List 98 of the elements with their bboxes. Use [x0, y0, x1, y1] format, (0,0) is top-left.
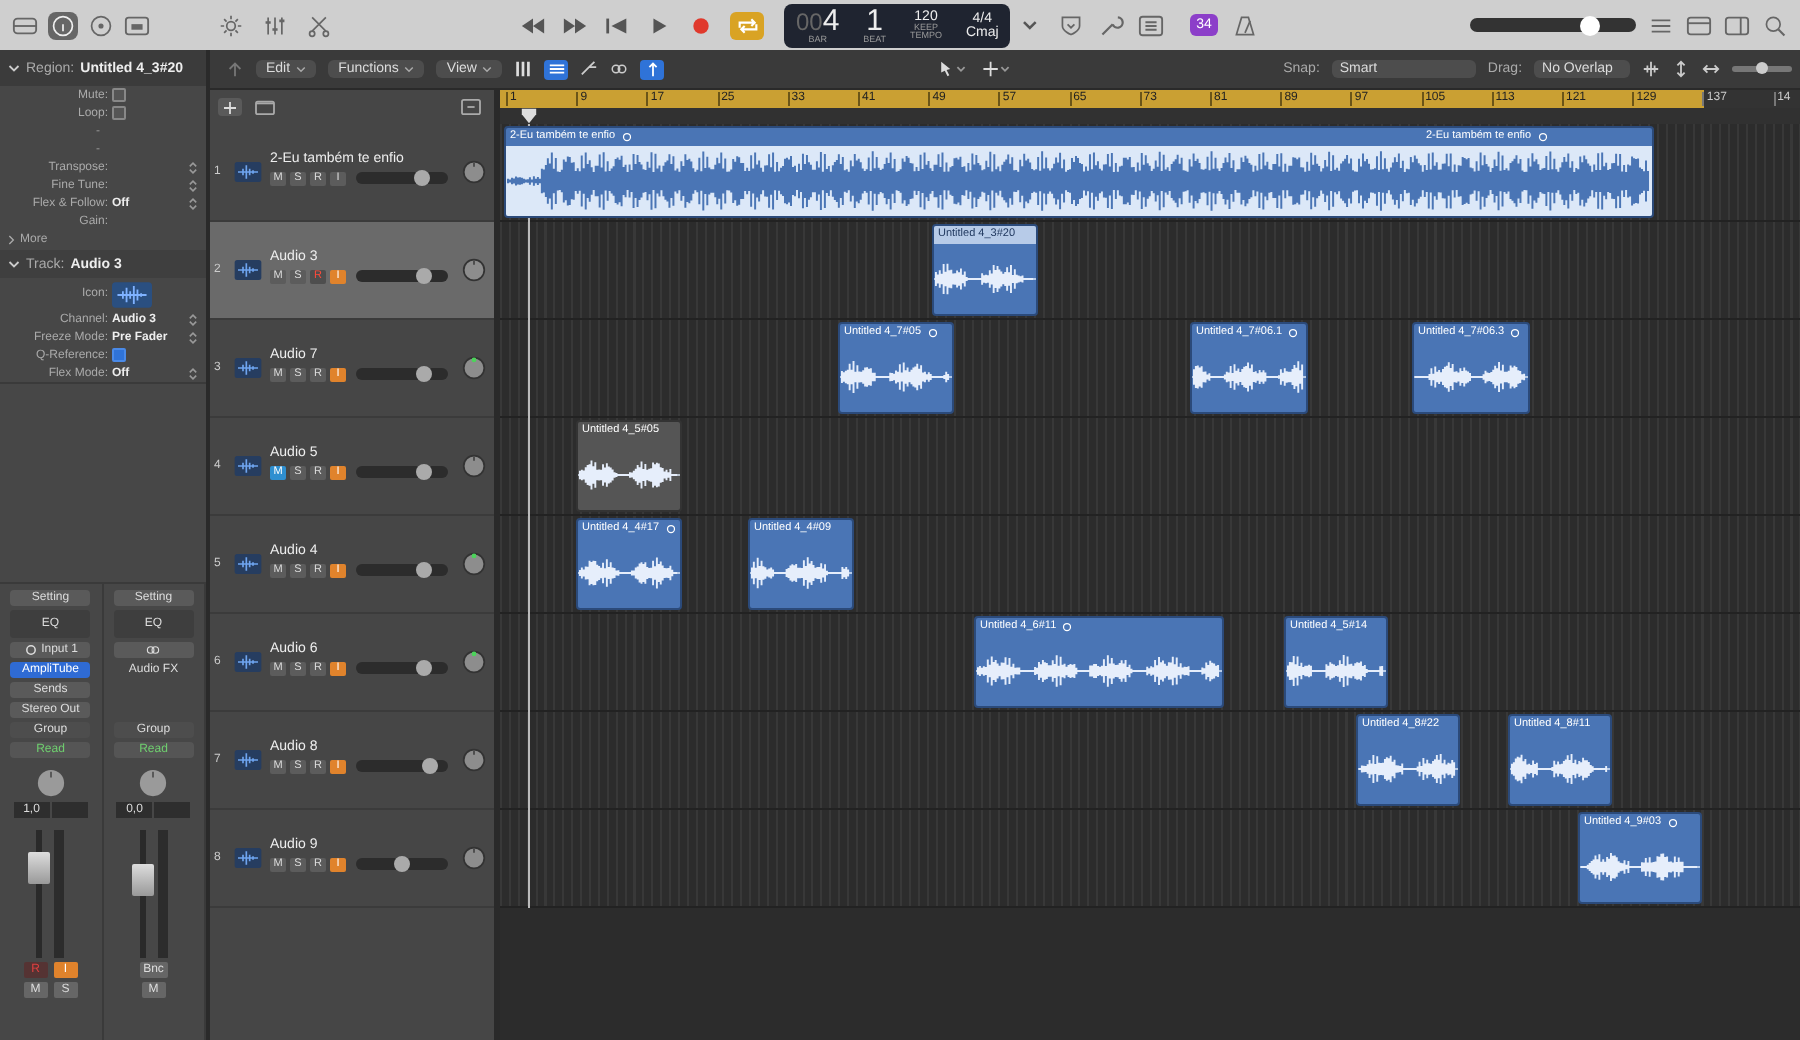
link-icon[interactable] [610, 60, 629, 78]
volume-slider[interactable] [356, 662, 448, 674]
loop-icon [1288, 328, 1299, 338]
grid-view-icon[interactable] [514, 60, 533, 78]
pan-knob[interactable] [462, 846, 486, 870]
record-icon[interactable] [688, 13, 714, 37]
pan-knob[interactable] [462, 356, 486, 380]
volume-slider[interactable] [356, 466, 448, 478]
loop-icon [1510, 328, 1521, 338]
waveform-icon [234, 652, 262, 672]
volume-fader[interactable] [28, 851, 51, 884]
blank-field[interactable] [154, 802, 191, 818]
volume-fader[interactable] [131, 864, 154, 897]
stepper-icon[interactable] [188, 177, 198, 193]
pan-knob[interactable] [462, 258, 486, 282]
pointer-tool-icon[interactable] [936, 60, 969, 78]
checkbox[interactable] [112, 88, 126, 102]
chevron-icon[interactable] [8, 63, 20, 73]
circle-icon [23, 644, 38, 656]
window-icon[interactable] [124, 13, 150, 37]
stepper-icon[interactable] [188, 159, 198, 175]
caret-icon[interactable] [296, 65, 307, 73]
link-slot[interactable] [113, 642, 194, 658]
help-icon[interactable] [88, 13, 114, 37]
stepper-icon[interactable] [188, 365, 198, 381]
loop-icon [665, 524, 676, 534]
volume-slider[interactable] [356, 564, 448, 576]
volume-slider[interactable] [356, 760, 448, 772]
rewind-icon[interactable] [520, 13, 546, 37]
volume-slider[interactable] [356, 368, 448, 380]
skip-back-icon[interactable] [604, 13, 630, 37]
chevron-icon[interactable] [8, 234, 16, 246]
stepper-icon[interactable] [188, 195, 198, 211]
info-icon[interactable] [48, 11, 78, 39]
list-icon[interactable] [1138, 13, 1165, 37]
pan-knob[interactable] [462, 748, 486, 772]
pan-knob[interactable] [462, 454, 486, 478]
loop-icon [1667, 818, 1678, 828]
waveform-icon [234, 554, 262, 574]
waveform-icon [234, 750, 262, 770]
blank-field[interactable] [51, 802, 88, 818]
loop-icon [927, 328, 938, 338]
waveform-icon [234, 162, 262, 182]
scissors-icon[interactable] [306, 13, 332, 37]
layout-icon[interactable] [460, 98, 482, 116]
catch-button[interactable] [640, 59, 665, 79]
loop-icon [1537, 132, 1548, 142]
waveform-icon[interactable] [112, 281, 152, 307]
metronome-icon[interactable] [1231, 13, 1258, 37]
volume-slider[interactable] [356, 172, 448, 184]
add-track-button[interactable] [218, 98, 242, 116]
merge-icon[interactable] [580, 60, 599, 78]
pan-knob[interactable] [138, 768, 169, 798]
waveform-icon [234, 456, 262, 476]
folder-icon[interactable] [254, 98, 276, 116]
cycle-button[interactable] [730, 11, 764, 39]
master-volume-slider[interactable] [1469, 18, 1636, 32]
level-meter [157, 830, 168, 958]
vertical-zoom-icon[interactable] [1672, 60, 1691, 78]
volume-slider[interactable] [356, 270, 448, 282]
caret-icon[interactable] [404, 65, 415, 73]
chevron-icon[interactable] [8, 259, 20, 269]
bar-number: 4 [822, 3, 840, 38]
level-meter [54, 830, 65, 958]
shield-icon[interactable] [1058, 13, 1085, 37]
loop-icon [621, 132, 632, 142]
pan-knob[interactable] [462, 552, 486, 576]
box-icon[interactable] [12, 13, 38, 37]
waveform-icon [234, 358, 262, 378]
checkbox[interactable] [112, 348, 126, 362]
loop-icon [1062, 622, 1073, 632]
horizontal-zoom-icon[interactable] [1702, 60, 1721, 78]
fast-forward-icon[interactable] [562, 13, 588, 37]
brightness-icon[interactable] [218, 13, 244, 37]
sliders-icon[interactable] [262, 13, 288, 37]
link-icon [146, 644, 161, 656]
caret-icon[interactable] [1022, 19, 1039, 31]
search-icon[interactable] [1762, 13, 1788, 37]
pan-knob[interactable] [35, 768, 66, 798]
stepper-icon[interactable] [188, 311, 198, 327]
caret-icon[interactable] [482, 65, 493, 73]
zoom-slider[interactable] [1732, 66, 1793, 72]
plus-tool-icon[interactable] [980, 60, 1013, 78]
sidebar-icon[interactable] [1724, 13, 1750, 37]
waveform-icon [234, 848, 262, 868]
checkbox[interactable] [112, 106, 126, 120]
waveform-zoom-icon[interactable] [1642, 60, 1661, 78]
bar-prefix: 00 [795, 7, 823, 36]
pan-knob[interactable] [462, 650, 486, 674]
beat-number: 1 [866, 5, 883, 36]
wrench-icon[interactable] [1098, 13, 1125, 37]
window-icon[interactable] [1686, 13, 1712, 37]
pan-knob[interactable] [462, 160, 486, 184]
stepper-icon[interactable] [188, 329, 198, 345]
volume-slider[interactable] [356, 858, 448, 870]
waveform-icon [234, 260, 262, 280]
back-arrow-icon[interactable] [226, 60, 244, 78]
list-view-button[interactable] [544, 59, 569, 79]
